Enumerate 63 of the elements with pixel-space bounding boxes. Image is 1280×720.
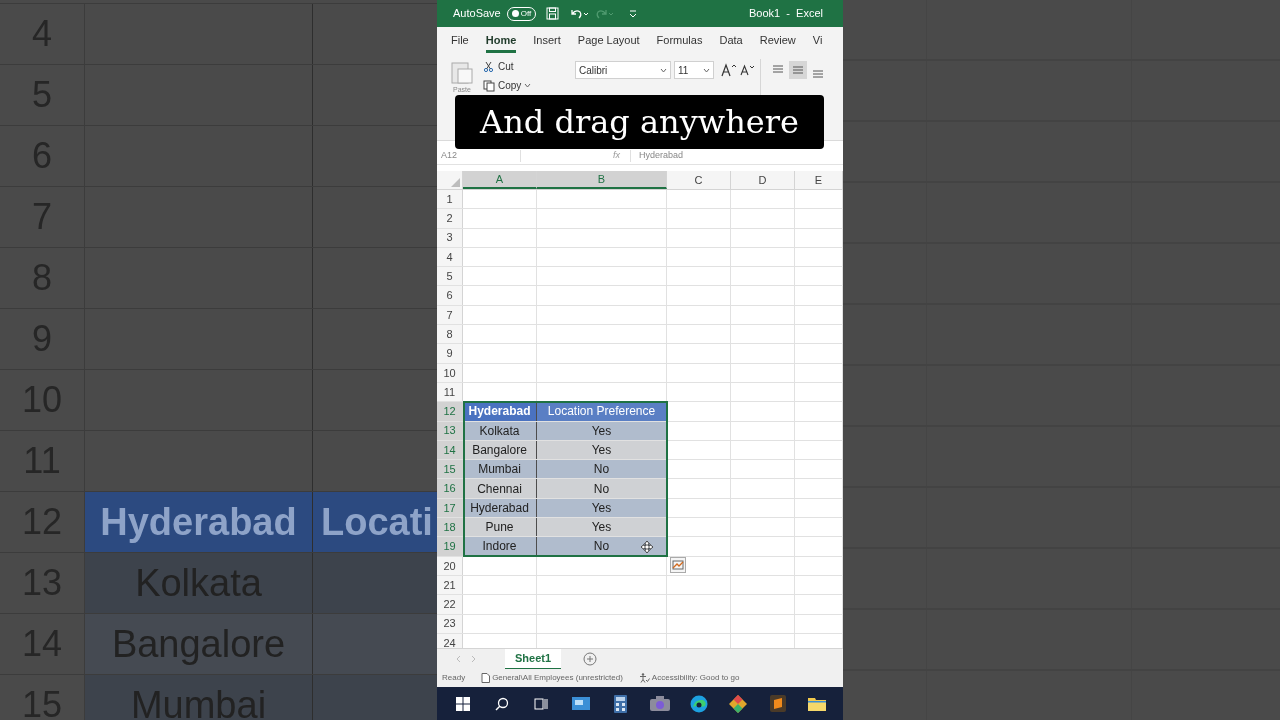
copy-icon [483,79,495,92]
formula-field[interactable]: Hyderabad [631,150,843,162]
column-header[interactable]: B [537,171,667,189]
caption: And drag anywhere [455,95,824,149]
autosave-label: AutoSave [453,6,501,22]
sensitivity-label[interactable]: General\All Employees (unrestricted) [492,672,623,684]
table-cell: No [537,537,667,556]
accessibility-icon [638,673,650,683]
name-box[interactable]: A12 [437,150,521,162]
customize-icon[interactable] [629,9,638,18]
ribbon-tab[interactable]: Formulas [656,31,703,53]
row-header[interactable]: 12 [437,402,463,421]
ribbon-tab[interactable]: Vi [812,31,823,53]
row-header[interactable]: 15 [437,460,463,479]
row-header[interactable]: 22 [437,595,463,614]
caret-icon [660,67,667,73]
table-cell: No [537,479,667,498]
ribbon-tab[interactable]: Review [759,31,796,53]
table-cell: Hyderabad [85,492,313,552]
copy-button[interactable]: Copy [483,78,569,93]
corner-triangle-icon [451,178,460,187]
ribbon-tab[interactable]: Insert [533,31,561,53]
status-ready: Ready [442,672,466,684]
row-header[interactable]: 5 [437,267,463,286]
clipboard-icon [450,59,474,85]
undo-icon[interactable] [569,7,590,20]
font-size-field[interactable]: 11 [674,61,714,79]
row-header[interactable]: 19 [437,537,463,556]
table-cell: Chennai [463,479,537,498]
sheet-tab[interactable]: Sheet1 [505,648,562,670]
row-header[interactable]: 2 [437,209,463,228]
shrink-font-icon[interactable] [740,64,754,76]
column-header[interactable]: A [463,171,537,189]
column-header[interactable]: D [731,171,795,189]
row-header[interactable]: 1 [437,190,463,209]
save-icon[interactable] [546,7,560,20]
table-cell: Pune [463,518,537,537]
column-header[interactable]: C [667,171,731,189]
accessibility-status[interactable]: Accessibility: Good to go [651,672,740,684]
caret-icon [703,67,710,73]
row-header[interactable]: 6 [437,286,463,305]
cut-button[interactable]: Cut [483,59,569,74]
table-cell: Mumbai [463,460,537,479]
font-field[interactable]: Calibri [575,61,671,79]
table-cell: Yes [537,518,667,537]
ribbon-tab[interactable]: Page Layout [577,31,640,53]
row-header[interactable]: 16 [437,479,463,498]
table-cell: Locati [313,492,437,552]
row-header[interactable]: 9 [437,344,463,363]
caret-icon [524,83,532,88]
quick-analysis-icon[interactable] [670,556,686,573]
row-header[interactable]: 18 [437,518,463,537]
scissors-icon [483,61,494,72]
document-icon [481,673,491,683]
add-sheet-icon[interactable] [583,652,598,666]
window-title: Book1 - Excel [749,6,823,22]
ribbon-tab[interactable]: Data [719,31,743,53]
ribbon-tab[interactable]: File [451,31,469,53]
grow-font-icon[interactable] [721,63,737,77]
table-cell: Indore [463,537,537,556]
move-cursor-icon [641,541,653,554]
row-header[interactable]: 8 [437,325,463,344]
table-cell: No [537,460,667,479]
